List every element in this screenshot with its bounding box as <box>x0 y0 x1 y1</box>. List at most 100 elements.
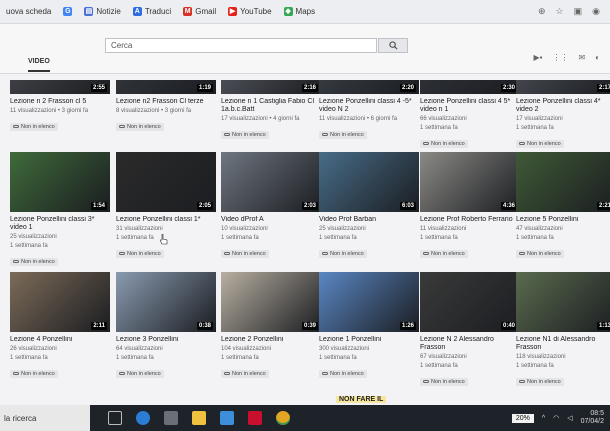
video-title[interactable]: Lezione n2 Frasson Cl terze <box>116 98 216 106</box>
video-duration: 2:16 <box>301 84 318 92</box>
video-thumbnail[interactable]: 4:36 <box>420 152 520 212</box>
video-duration: 1:19 <box>196 84 213 92</box>
video-thumbnail[interactable]: 2:20 <box>319 80 419 94</box>
video-duration: 2:21 <box>596 202 610 210</box>
video-card[interactable]: 2:55 Lezione n 2 Frasson cl 5 11 visualizz… <box>10 80 110 133</box>
video-duration: 1:13 <box>596 322 610 330</box>
video-views: 25 visualizzazioni <box>319 226 366 232</box>
video-card[interactable]: 0:40 Lezione N 2 Alessandro Frasson 67 vis… <box>420 272 520 388</box>
video-title[interactable]: Lezione 5 Ponzellini <box>516 216 610 224</box>
unlisted-badge: Non in elenco <box>516 249 564 258</box>
video-card[interactable]: 1:19 Lezione n2 Frasson Cl terze 8 visuali… <box>116 80 216 133</box>
chrome-icon[interactable] <box>276 411 290 425</box>
unlisted-badge: Non in elenco <box>516 139 564 148</box>
explorer-icon[interactable] <box>192 411 206 425</box>
video-title[interactable]: Lezione N 2 Alessandro Frasson <box>420 336 520 352</box>
video-duration: 1:26 <box>399 322 416 330</box>
video-thumbnail[interactable]: 6:03 <box>319 152 419 212</box>
video-date: 1 settimana fa <box>516 125 554 131</box>
unlisted-badge: Non in elenco <box>221 369 269 378</box>
video-card[interactable]: 2:03 Video dProf A 10 visualizzazioni 1 set… <box>221 152 321 260</box>
video-card[interactable]: 0:38 Lezione 3 Ponzellini 64 visualizzazio… <box>116 272 216 380</box>
video-thumbnail[interactable]: 2:55 <box>10 80 110 94</box>
video-thumbnail[interactable]: 0:40 <box>420 272 520 332</box>
link-icon <box>119 252 125 255</box>
clock[interactable]: 08:5 07/04/2 <box>581 410 604 426</box>
video-duration: 1:54 <box>90 202 107 210</box>
video-thumbnail[interactable]: 2:21 <box>516 152 610 212</box>
link-icon <box>119 372 125 375</box>
video-card[interactable]: 4:36 Lezione Prof Roberto Ferrario 11 visu… <box>420 152 520 260</box>
windows-taskbar: la ricerca 20% ^ ◠ ◁ 08:5 07/04/2 <box>0 405 610 431</box>
video-thumbnail[interactable]: 1:26 <box>319 272 419 332</box>
tray-arrow-icon[interactable]: ^ <box>542 415 545 422</box>
video-thumbnail[interactable]: 1:13 <box>516 272 610 332</box>
video-duration: 2:20 <box>399 84 416 92</box>
video-card[interactable]: 2:16 Lezione n 1 Castiglia Fabio Cl 1a.b.… <box>221 80 321 141</box>
video-card[interactable]: 2:20 Lezione Ponzellini classi 4 -5* vide… <box>319 80 419 141</box>
video-title[interactable]: Lezione Prof Roberto Ferrario <box>420 216 520 224</box>
video-title[interactable]: Lezione Ponzellini classi 3* video 1 <box>10 216 110 232</box>
video-thumbnail[interactable]: 0:39 <box>221 272 321 332</box>
video-thumbnail[interactable]: 2:17 <box>516 80 610 94</box>
video-thumbnail[interactable]: 1:54 <box>10 152 110 212</box>
mail-icon[interactable] <box>220 411 234 425</box>
video-title[interactable]: Lezione 3 Ponzellini <box>116 336 216 344</box>
video-thumbnail[interactable]: 1:19 <box>116 80 216 94</box>
video-date: 1 settimana fa <box>319 235 357 241</box>
video-thumbnail[interactable]: 0:38 <box>116 272 216 332</box>
video-title[interactable]: Lezione 2 Ponzellini <box>221 336 321 344</box>
video-card[interactable]: 2:11 Lezione 4 Ponzellini 26 visualizzazio… <box>10 272 110 380</box>
video-card[interactable]: 6:03 Video Prof Barban 25 visualizzazioni 1… <box>319 152 419 260</box>
taskbar-search[interactable]: la ricerca <box>0 405 90 431</box>
video-card[interactable]: 2:30 Lezione Ponzellini classi 4 5* video… <box>420 80 520 150</box>
partial-thumb-text: NON FARE IL <box>336 396 387 403</box>
video-title[interactable]: Lezione n 2 Frasson cl 5 <box>10 98 110 106</box>
video-title[interactable]: Lezione Ponzellini classi 1* <box>116 216 216 224</box>
video-thumbnail[interactable]: 2:03 <box>221 152 321 212</box>
video-card[interactable]: 2:21 Lezione 5 Ponzellini 47 visualizzazio… <box>516 152 610 260</box>
unlisted-badge: Non in elenco <box>10 122 58 131</box>
video-thumbnail[interactable]: 2:05 <box>116 152 216 212</box>
video-duration: 0:40 <box>500 322 517 330</box>
video-card[interactable]: 2:17 Lezione Ponzellini classi 4* video 2… <box>516 80 610 150</box>
edge-icon[interactable] <box>136 411 150 425</box>
wifi-icon[interactable]: ◠ <box>553 414 559 422</box>
unlisted-badge: Non in elenco <box>420 249 468 258</box>
store-icon[interactable] <box>164 411 178 425</box>
battery-indicator[interactable]: 20% <box>511 413 534 423</box>
unlisted-badge: Non in elenco <box>221 130 269 139</box>
video-card[interactable]: 1:26 Lezione 1 Ponzellini 300 visualizzazi… <box>319 272 419 380</box>
unlisted-badge: Non in elenco <box>516 377 564 386</box>
unlisted-badge: Non in elenco <box>116 369 164 378</box>
video-date: 1 settimana fa <box>116 355 154 361</box>
video-duration: 6:03 <box>399 202 416 210</box>
link-icon <box>13 372 19 375</box>
link-icon <box>13 125 19 128</box>
mcafee-icon[interactable] <box>248 411 262 425</box>
video-card[interactable]: 0:39 Lezione 2 Ponzellini 104 visualizzazi… <box>221 272 321 380</box>
video-card[interactable]: 1:13 Lezione N1 di Alessandro Frasson 118 … <box>516 272 610 388</box>
video-thumbnail[interactable]: 2:11 <box>10 272 110 332</box>
video-title[interactable]: Lezione Ponzellini classi 4 5* video n 1 <box>420 98 520 114</box>
video-date: 1 settimana fa <box>319 355 357 361</box>
video-title[interactable]: Video dProf A <box>221 216 321 224</box>
video-date: 1 settimana fa <box>420 363 458 369</box>
video-date: 1 settimana fa <box>10 243 48 249</box>
video-title[interactable]: Lezione 4 Ponzellini <box>10 336 110 344</box>
video-views: 31 visualizzazioni <box>116 226 163 232</box>
unlisted-badge: Non in elenco <box>420 139 468 148</box>
video-title[interactable]: Lezione Ponzellini classi 4* video 2 <box>516 98 610 114</box>
video-title[interactable]: Lezione 1 Ponzellini <box>319 336 419 344</box>
video-title[interactable]: Lezione Ponzellini classi 4 -5* video N … <box>319 98 419 114</box>
volume-icon[interactable]: ◁ <box>567 414 572 422</box>
task-view-icon[interactable] <box>108 411 122 425</box>
link-icon <box>224 252 230 255</box>
video-thumbnail[interactable]: 2:30 <box>420 80 520 94</box>
video-title[interactable]: Lezione n 1 Castiglia Fabio Cl 1a.b.c.Ba… <box>221 98 321 114</box>
video-title[interactable]: Video Prof Barban <box>319 216 419 224</box>
video-title[interactable]: Lezione N1 di Alessandro Frasson <box>516 336 610 352</box>
link-icon <box>519 380 525 383</box>
video-card[interactable]: 1:54 Lezione Ponzellini classi 3* video 1… <box>10 152 110 268</box>
video-thumbnail[interactable]: 2:16 <box>221 80 321 94</box>
